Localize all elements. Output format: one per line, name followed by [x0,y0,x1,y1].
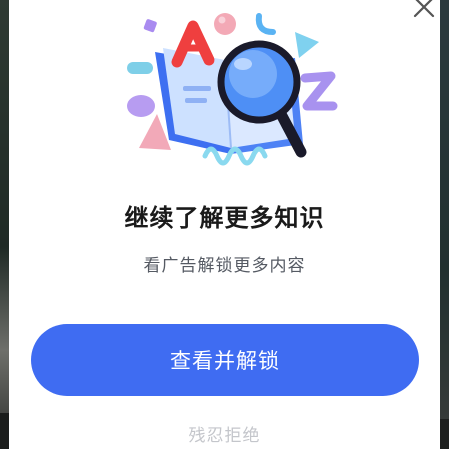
background-edge-right-bottom [440,419,449,449]
view-and-unlock-button[interactable]: 查看并解锁 [31,324,419,396]
dialog-title: 继续了解更多知识 [124,204,325,232]
close-icon [413,0,435,18]
unlock-dialog: 继续了解更多知识 看广告解锁更多内容 查看并解锁 残忍拒绝 [9,0,440,449]
dialog-subtitle: 看广告解锁更多内容 [143,256,306,276]
view-and-unlock-label: 查看并解锁 [170,349,280,373]
book-magnifier-illustration [127,13,338,166]
background-edge-left-bottom [0,413,9,449]
refuse-button[interactable]: 残忍拒绝 [9,421,440,446]
screen: 继续了解更多知识 看广告解锁更多内容 查看并解锁 残忍拒绝 [0,0,449,449]
close-button[interactable] [411,0,439,22]
background-edge-right [440,0,449,449]
background-edge-left [0,0,9,449]
